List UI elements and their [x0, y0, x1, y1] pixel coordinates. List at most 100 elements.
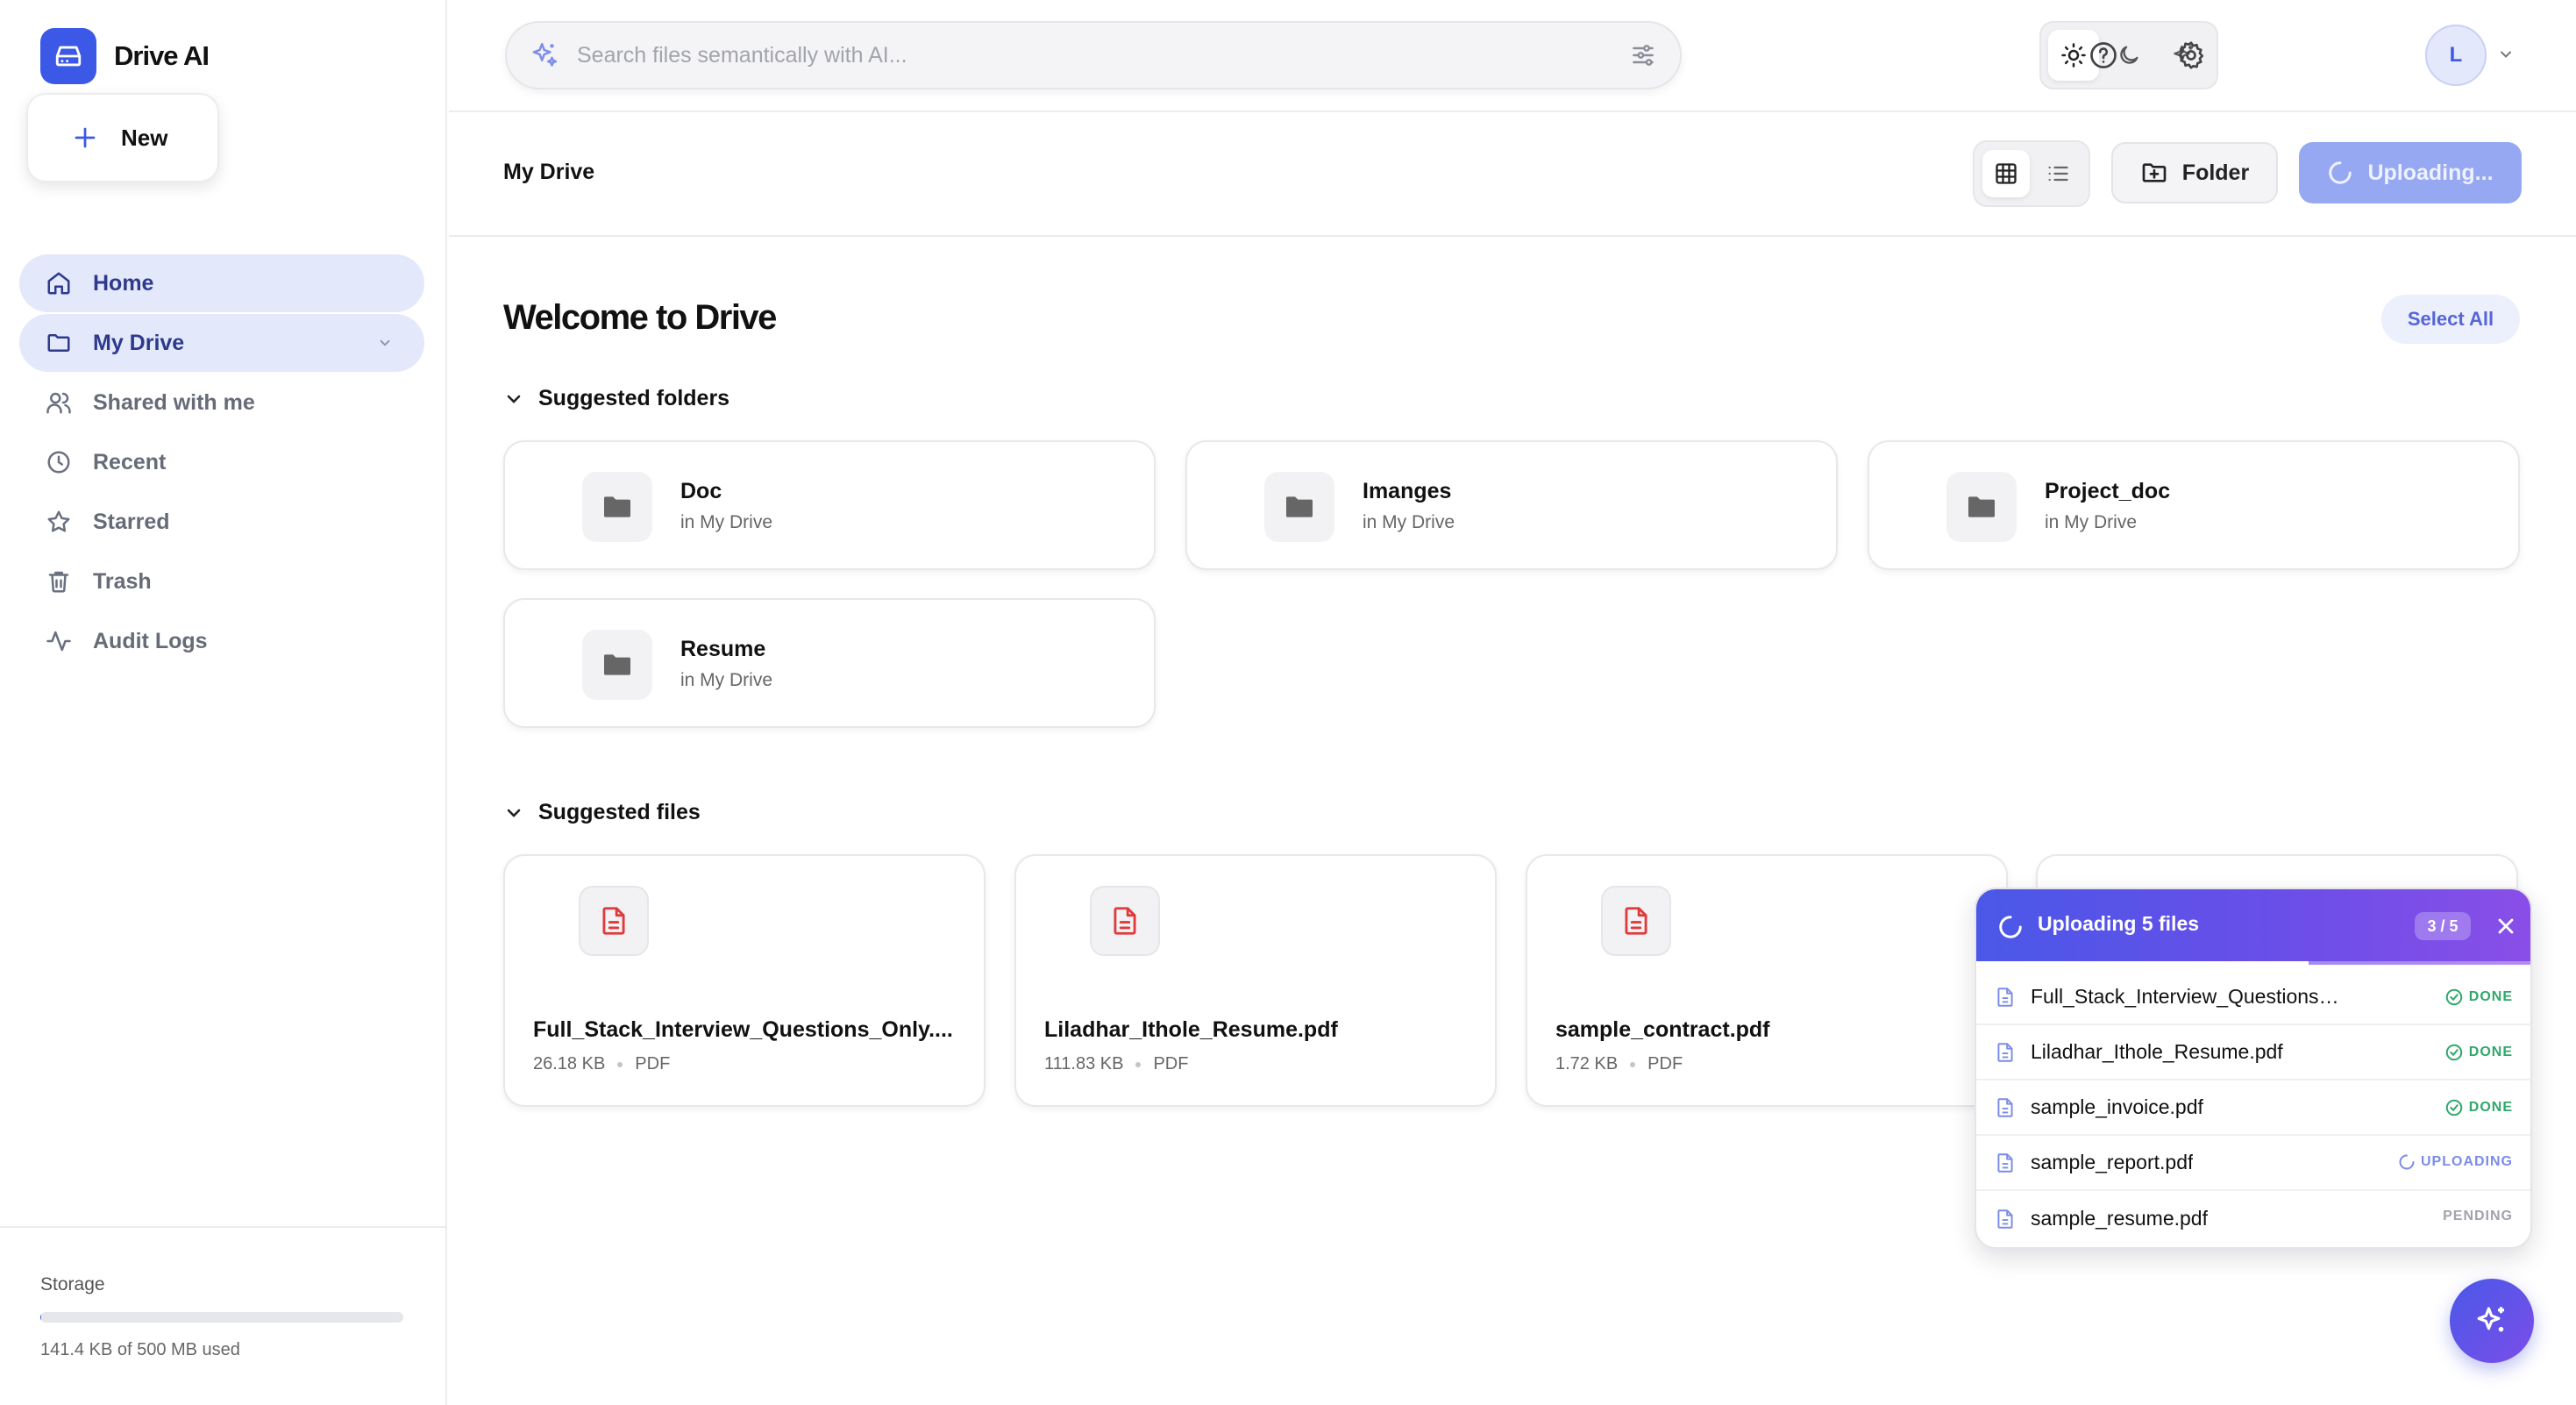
spinner-icon [2329, 161, 2352, 184]
clock-icon [47, 451, 70, 474]
document-icon [1997, 1152, 2013, 1173]
help-circle-icon [2090, 42, 2117, 68]
folder-name: Project_doc [2045, 479, 2171, 503]
sidebar-nav: Home My Drive Shared with me Recent Star… [19, 254, 424, 672]
section-title: Suggested files [538, 800, 701, 824]
upload-panel-header: Uploading 5 files 3 / 5 [1976, 889, 2530, 966]
upload-list: Full_Stack_Interview_Questions_... DONE … [1976, 970, 2530, 1246]
sparkles-icon [532, 42, 558, 67]
chevron-down-icon [507, 395, 521, 403]
sidebar-item-home[interactable]: Home [19, 254, 424, 312]
sidebar-item-trash[interactable]: Trash [19, 553, 424, 610]
grid-view-button[interactable] [1982, 150, 2030, 197]
document-icon [1997, 987, 2013, 1007]
activity-icon [46, 631, 71, 652]
chevron-down-icon[interactable] [377, 335, 393, 351]
upload-progress-panel: Uploading 5 files 3 / 5 Full_Stack_Inter… [1975, 888, 2532, 1249]
folder-icon [47, 334, 70, 352]
sidebar-item-recent[interactable]: Recent [19, 433, 424, 491]
sparkles-icon [2477, 1307, 2504, 1332]
file-name: sample_contract.pdf [1555, 1017, 1770, 1042]
meta-separator [617, 1061, 623, 1067]
upload-item: Full_Stack_Interview_Questions_... DONE [1976, 970, 2530, 1025]
search-input[interactable] [577, 42, 1612, 68]
pdf-file-icon [1601, 886, 1671, 956]
topbar: L [449, 0, 2576, 112]
storage-used-text: 141.4 KB of 500 MB used [40, 1340, 240, 1359]
upload-status: PENDING [2443, 1209, 2513, 1224]
upload-item: sample_invoice.pdf DONE [1976, 1080, 2530, 1136]
document-icon [1997, 1209, 2013, 1229]
file-type: PDF [1647, 1054, 1683, 1073]
sidebar-item-starred[interactable]: Starred [19, 493, 424, 551]
folder-name: Imanges [1363, 479, 1452, 503]
file-card[interactable]: Liladhar_Ithole_Resume.pdf 111.83 KB PDF [1014, 854, 1497, 1107]
close-icon[interactable] [2494, 914, 2518, 938]
document-icon [1997, 1042, 2013, 1062]
upload-status: DONE [2444, 1098, 2513, 1117]
brand[interactable]: Drive AI [40, 28, 210, 84]
user-avatar[interactable]: L [2425, 25, 2487, 86]
upload-item-name: sample_invoice.pdf [2031, 1095, 2203, 1118]
file-type: PDF [1153, 1054, 1189, 1073]
select-all-button[interactable]: Select All [2381, 295, 2520, 344]
storage-bar [40, 1312, 403, 1323]
spinner-icon [2399, 1154, 2415, 1170]
gear-icon [2178, 41, 2204, 69]
spinner-icon [1999, 916, 2022, 938]
file-meta: 1.72 KB PDF [1555, 1054, 1683, 1074]
section-title: Suggested folders [538, 386, 730, 410]
sidebar-item-label: Starred [93, 509, 170, 534]
file-name: Liladhar_Ithole_Resume.pdf [1044, 1017, 1338, 1042]
meta-separator [1630, 1061, 1636, 1067]
check-circle-icon [2445, 1044, 2463, 1061]
document-icon [1997, 1097, 2013, 1117]
upload-item: sample_resume.pdf PENDING [1976, 1191, 2530, 1246]
new-folder-button[interactable]: Folder [2111, 142, 2278, 203]
sidebar-item-my-drive[interactable]: My Drive [19, 314, 424, 372]
ai-assistant-button[interactable] [2450, 1279, 2534, 1363]
meta-separator [1135, 1061, 1142, 1067]
new-folder-button-label: Folder [2181, 160, 2250, 185]
chevron-down-icon[interactable] [2497, 46, 2515, 63]
upload-button[interactable]: Uploading... [2299, 142, 2522, 203]
folder-location: in My Drive [680, 670, 773, 690]
folder-icon [582, 630, 652, 700]
page-title: Welcome to Drive [503, 298, 777, 337]
settings-button[interactable] [2169, 33, 2213, 77]
folder-plus-icon [2142, 163, 2167, 182]
sidebar-item-label: Audit Logs [93, 628, 208, 653]
folder-card[interactable]: Doc in My Drive [503, 440, 1156, 570]
filter-sliders-icon[interactable] [1629, 41, 1657, 69]
plus-icon [75, 127, 96, 148]
breadcrumb[interactable]: My Drive [503, 160, 594, 185]
home-icon [47, 272, 70, 295]
suggested-files-toggle[interactable]: Suggested files [503, 800, 701, 825]
upload-panel-title: Uploading 5 files [2038, 912, 2200, 935]
pdf-file-icon [1090, 886, 1160, 956]
upload-status: DONE [2444, 1043, 2513, 1062]
folder-name: Resume [680, 637, 766, 661]
upload-status-label: DONE [2468, 1045, 2513, 1059]
file-size: 1.72 KB [1555, 1054, 1619, 1073]
file-card[interactable]: sample_contract.pdf 1.72 KB PDF [1526, 854, 2008, 1107]
folder-icon [1946, 472, 2017, 542]
sidebar-item-shared[interactable]: Shared with me [19, 374, 424, 431]
sidebar-item-label: Shared with me [93, 389, 255, 415]
file-card[interactable]: Full_Stack_Interview_Questions_Only.... … [503, 854, 986, 1107]
sidebar-item-audit-logs[interactable]: Audit Logs [19, 612, 424, 670]
help-button[interactable] [2081, 33, 2125, 77]
folder-card[interactable]: Imanges in My Drive [1185, 440, 1838, 570]
search-bar[interactable] [505, 21, 1682, 89]
upload-item-name: Full_Stack_Interview_Questions_... [2031, 985, 2346, 1008]
sidebar-item-label: Recent [93, 449, 167, 474]
new-button[interactable]: New [26, 93, 219, 182]
suggested-folders-toggle[interactable]: Suggested folders [503, 386, 729, 411]
folder-card[interactable]: Resume in My Drive [503, 598, 1156, 728]
content-header: My Drive Folder Uploading... [449, 112, 2576, 237]
sidebar-item-label: My Drive [93, 330, 185, 355]
folder-card[interactable]: Project_doc in My Drive [1868, 440, 2520, 570]
drive-logo-icon [40, 28, 96, 84]
chevron-down-icon [507, 809, 521, 817]
list-view-button[interactable] [2034, 150, 2081, 197]
